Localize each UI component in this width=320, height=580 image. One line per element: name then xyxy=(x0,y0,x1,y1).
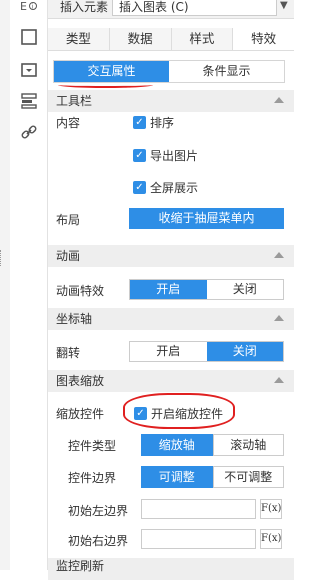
collapse-caret-icon[interactable] xyxy=(274,315,284,321)
icon-sidebar: Ei xyxy=(10,0,48,570)
main-tabs: 类型 数据 样式 特效 xyxy=(48,28,294,51)
control-type-label: 控件类型 xyxy=(68,439,117,453)
animation-off-option[interactable]: 关闭 xyxy=(207,280,284,299)
properties-panel: 插入元素 插入图表 (C) ▼ 类型 数据 样式 特效 交互属性 条件显示 工具… xyxy=(48,0,294,580)
subtab-interaction[interactable]: 交互属性 xyxy=(54,61,169,82)
section-title: 图表缩放 xyxy=(56,374,105,388)
flip-off-option[interactable]: 关闭 xyxy=(206,342,283,361)
tab-type[interactable]: 类型 xyxy=(48,28,110,50)
splitter-handle[interactable] xyxy=(0,250,5,266)
adjustable-option[interactable]: 可调整 xyxy=(141,466,213,488)
tab-effects[interactable]: 特效 xyxy=(233,28,294,50)
tab-data[interactable]: 数据 xyxy=(110,28,172,50)
insert-element-bar: 插入元素 插入图表 (C) ▼ xyxy=(48,0,294,19)
layout-drawer-button[interactable]: 收缩于抽屉菜单内 xyxy=(129,208,284,229)
animation-toggle: 开启 关闭 xyxy=(129,279,284,300)
control-type-segment: 缩放轴 滚动轴 xyxy=(141,434,284,456)
section-animation[interactable]: 动画 xyxy=(48,245,294,267)
toolbar-content-label: 内容 xyxy=(56,116,81,130)
sub-tabs: 交互属性 条件显示 xyxy=(53,60,285,83)
animation-on-option[interactable]: 开启 xyxy=(130,280,207,299)
layers-icon[interactable] xyxy=(20,92,38,110)
axis-flip-toggle: 开启 关闭 xyxy=(129,341,284,362)
initial-left-edge-input[interactable] xyxy=(141,499,256,519)
section-monitor-refresh[interactable]: 监控刷新 xyxy=(48,558,294,580)
control-edge-segment: 可调整 不可调整 xyxy=(141,466,284,488)
section-title: 工具栏 xyxy=(56,94,93,108)
check-icon: ✓ xyxy=(133,181,146,194)
tab-style[interactable]: 样式 xyxy=(172,28,234,50)
section-axis[interactable]: 坐标轴 xyxy=(48,308,294,330)
animation-effect-label: 动画特效 xyxy=(56,284,105,298)
section-title: 监控刷新 xyxy=(56,559,105,573)
toolbar-layout-label: 布局 xyxy=(56,213,81,227)
initial-right-edge-input[interactable] xyxy=(141,529,256,549)
insert-element-label: 插入元素 xyxy=(60,0,109,14)
link-icon[interactable] xyxy=(20,123,38,141)
red-underline-annotation xyxy=(58,82,153,88)
collapse-caret-icon[interactable] xyxy=(274,377,284,383)
svg-text:E: E xyxy=(20,0,27,13)
axis-flip-label: 翻转 xyxy=(56,346,81,360)
section-chart-zoom[interactable]: 图表缩放 xyxy=(48,370,294,392)
checkbox-export-image[interactable]: ✓ 导出图片 xyxy=(133,147,198,164)
flip-on-option[interactable]: 开启 xyxy=(130,342,207,361)
subtab-condition-display[interactable]: 条件显示 xyxy=(169,61,284,82)
control-edge-label: 控件边界 xyxy=(68,471,117,485)
section-toolbar[interactable]: 工具栏 xyxy=(48,90,294,112)
zoom-axis-option[interactable]: 缩放轴 xyxy=(141,434,213,456)
check-icon: ✓ xyxy=(133,149,146,162)
frame-icon[interactable] xyxy=(20,28,38,46)
red-circle-annotation xyxy=(123,393,235,429)
scroll-axis-option[interactable]: 滚动轴 xyxy=(212,434,284,456)
section-title: 坐标轴 xyxy=(56,312,93,326)
not-adjustable-option[interactable]: 不可调整 xyxy=(212,466,284,488)
formula-button[interactable]: F(x) xyxy=(260,529,282,549)
section-title: 动画 xyxy=(56,249,81,263)
initial-left-edge-label: 初始左边界 xyxy=(68,504,129,518)
checkbox-sort[interactable]: ✓ 排序 xyxy=(133,114,174,131)
collapse-caret-icon[interactable] xyxy=(274,97,284,103)
dropdown-icon[interactable] xyxy=(20,61,38,79)
insert-element-select[interactable]: 插入图表 (C) xyxy=(112,0,277,16)
initial-right-edge-label: 初始右边界 xyxy=(68,534,129,548)
zoom-control-label: 缩放控件 xyxy=(56,407,105,421)
formula-button[interactable]: F(x) xyxy=(260,499,282,519)
checkbox-fullscreen[interactable]: ✓ 全屏展示 xyxy=(133,179,198,196)
check-icon: ✓ xyxy=(133,116,146,129)
chevron-down-icon[interactable]: ▼ xyxy=(280,0,294,16)
collapse-caret-icon[interactable] xyxy=(274,252,284,258)
info-icon[interactable]: Ei xyxy=(20,0,38,18)
